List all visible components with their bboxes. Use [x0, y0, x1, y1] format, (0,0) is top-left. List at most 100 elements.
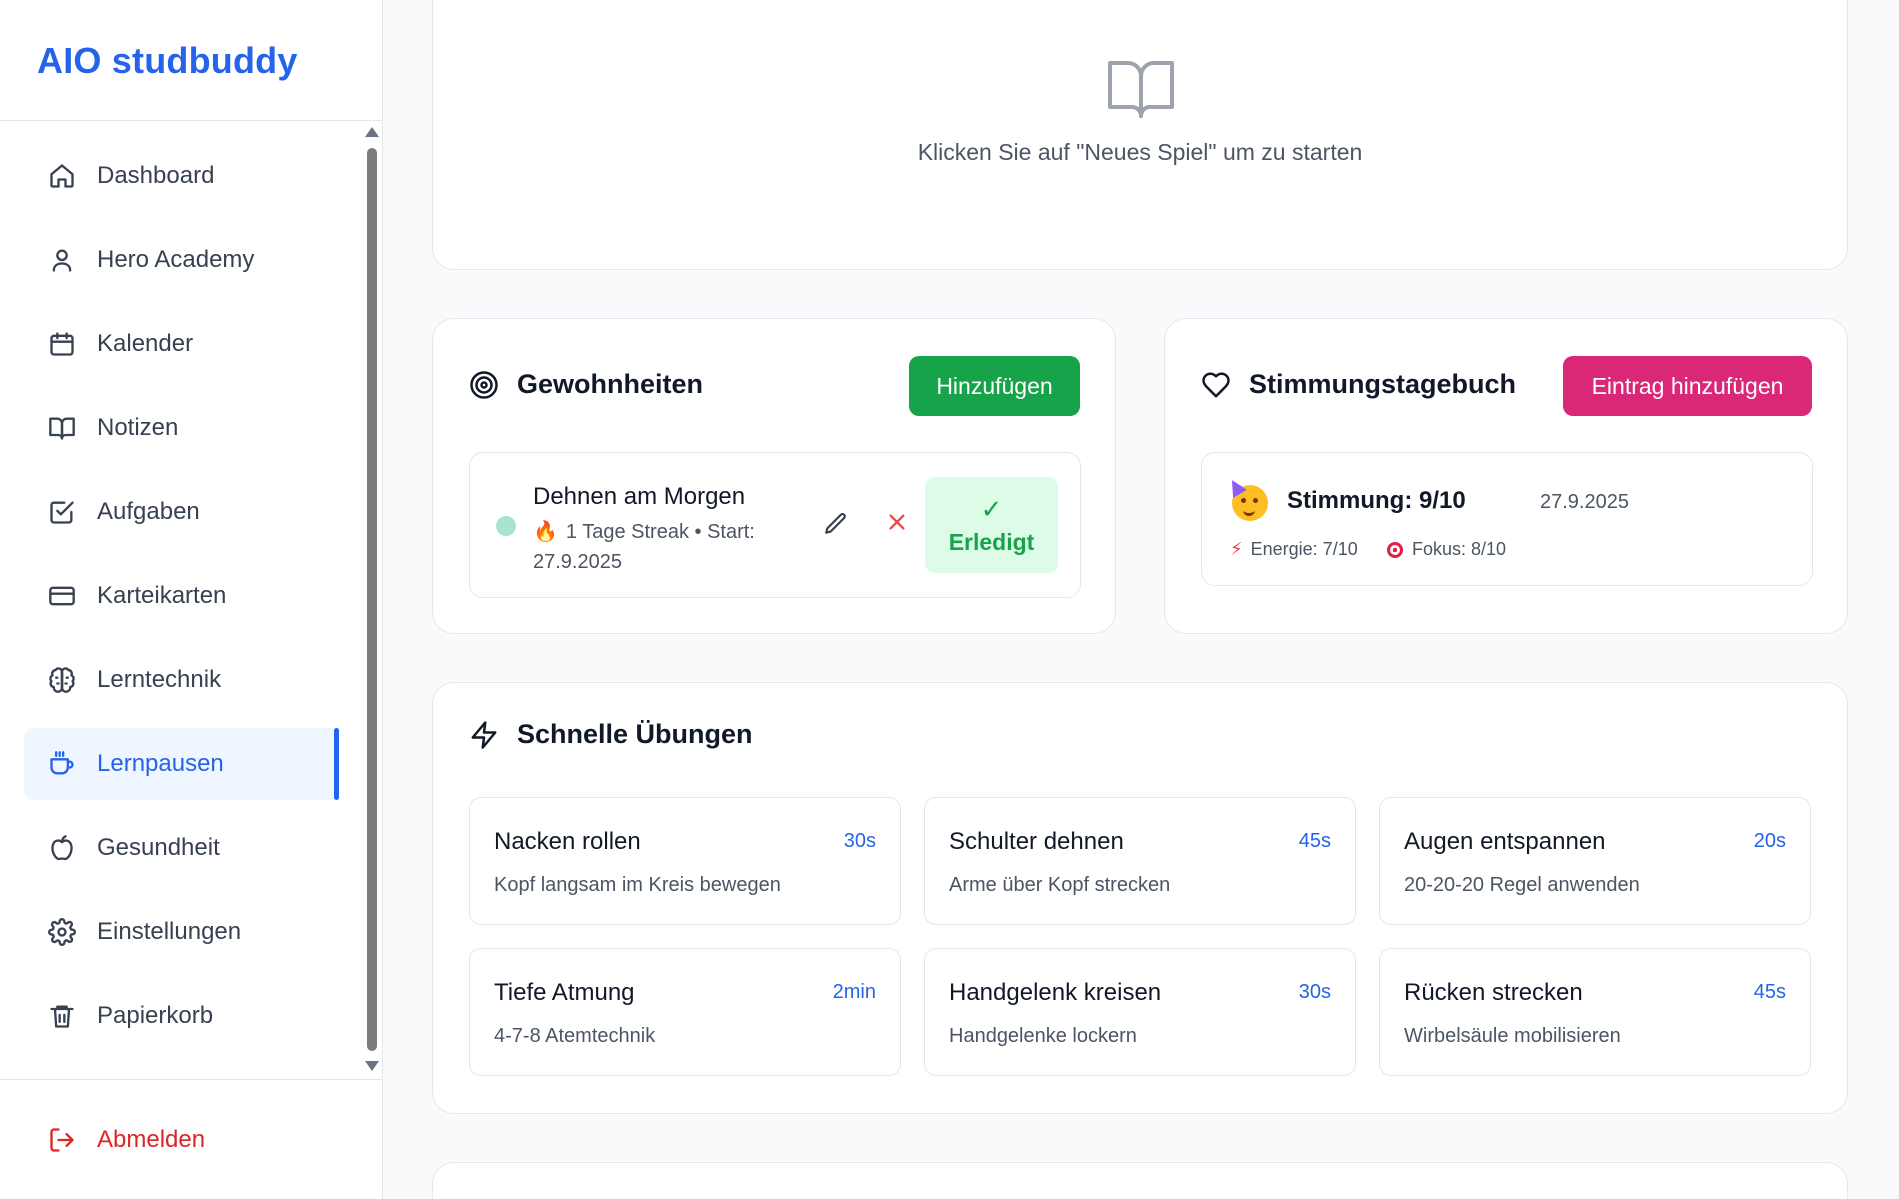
exercise-duration: 2min [832, 981, 876, 1003]
sidebar-item-label: Einstellungen [97, 918, 242, 945]
sidebar-item-gesundheit[interactable]: Gesundheit [24, 812, 339, 884]
add-mood-entry-button[interactable]: Eintrag hinzufügen [1563, 356, 1812, 416]
mood-date: 27.9.2025 [1540, 491, 1629, 513]
gear-icon [48, 918, 76, 946]
exercise-item[interactable]: Augen entspannen 20s 20-20-20 Regel anwe… [1379, 797, 1811, 925]
scroll-down-arrow-icon[interactable] [365, 1061, 379, 1071]
target-icon [470, 370, 498, 399]
game-hint-text: Klicken Sie auf "Neues Spiel" um zu star… [917, 139, 1363, 165]
sidebar-nav: Dashboard Hero Academy Kalender Notizen … [0, 121, 383, 1079]
exercise-name: Nacken rollen [494, 828, 641, 855]
logout-button[interactable]: Abmelden [24, 1104, 339, 1176]
quick-exercises-card: Schnelle Übungen Nacken rollen 30s Kopf … [432, 682, 1848, 1114]
book-icon [49, 417, 75, 440]
check-icon: ✓ [980, 494, 1003, 524]
mood-energy-text: Energie: 7/10 [1250, 539, 1358, 559]
sidebar: AIO studbuddy Dashboard Hero Academy Kal… [0, 0, 383, 1199]
sidebar-item-hero-academy[interactable]: Hero Academy [24, 224, 339, 296]
habit-done-button[interactable]: ✓ Erledigt [925, 477, 1058, 573]
apple-icon [51, 835, 73, 861]
checkbox-icon [50, 501, 74, 524]
sidebar-item-label: Lernpausen [97, 750, 224, 777]
exercise-item[interactable]: Rücken strecken 45s Wirbelsäule mobilisi… [1379, 948, 1811, 1076]
exercise-item[interactable]: Nacken rollen 30s Kopf langsam im Kreis … [469, 797, 901, 925]
exercises-title: Schnelle Übungen [469, 719, 753, 750]
exercise-duration: 45s [1753, 981, 1786, 1003]
exercise-item[interactable]: Tiefe Atmung 2min 4-7-8 Atemtechnik [469, 948, 901, 1076]
add-habit-button[interactable]: Hinzufügen [909, 356, 1080, 416]
card-icon [49, 586, 75, 606]
exercise-item[interactable]: Schulter dehnen 45s Arme über Kopf strec… [924, 797, 1356, 925]
delete-x-icon[interactable] [886, 511, 912, 537]
next-section-card [432, 1162, 1848, 1199]
calendar-icon [50, 332, 74, 356]
mood-title-text: Stimmungstagebuch [1249, 369, 1517, 399]
mood-energy: ⚡ Energie: 7/10 [1230, 539, 1358, 560]
coffee-icon [50, 751, 74, 775]
sidebar-item-notizen[interactable]: Notizen [24, 392, 339, 464]
sidebar-item-label: Hero Academy [97, 246, 255, 273]
sidebar-item-label: Kalender [97, 330, 194, 357]
sidebar-item-label: Karteikarten [97, 582, 227, 609]
mood-journal-card: Stimmungstagebuch Eintrag hinzufügen Sti… [1164, 318, 1848, 634]
sidebar-item-papierkorb[interactable]: Papierkorb [24, 980, 339, 1052]
exercise-description: Kopf langsam im Kreis bewegen [494, 874, 781, 896]
exercise-name: Tiefe Atmung [494, 979, 635, 1006]
brain-icon [49, 667, 75, 693]
book-open-icon [1106, 57, 1176, 121]
sidebar-item-einstellungen[interactable]: Einstellungen [24, 896, 339, 968]
exercise-description: 4-7-8 Atemtechnik [494, 1025, 656, 1047]
sidebar-item-lerntechnik[interactable]: Lerntechnik [24, 644, 339, 716]
sidebar-item-dashboard[interactable]: Dashboard [24, 140, 339, 212]
logout-section: Abmelden [0, 1079, 383, 1199]
mood-score: Stimmung: 9/10 [1287, 487, 1466, 514]
habits-card: Gewohnheiten Hinzufügen Dehnen am Morgen… [432, 318, 1116, 634]
exercise-description: Arme über Kopf strecken [949, 874, 1171, 896]
scrollbar-thumb[interactable] [367, 148, 377, 1051]
exercise-duration: 20s [1753, 830, 1786, 852]
party-face-emoji-icon [1225, 476, 1268, 521]
game-card: Klicken Sie auf "Neues Spiel" um zu star… [432, 0, 1848, 270]
flame-icon: 🔥 [533, 521, 558, 543]
exercise-item[interactable]: Handgelenk kreisen 30s Handgelenke locke… [924, 948, 1356, 1076]
mood-title: Stimmungstagebuch [1201, 369, 1516, 400]
sidebar-item-label: Papierkorb [97, 1002, 214, 1029]
home-icon [50, 164, 74, 188]
sidebar-item-lernpausen[interactable]: Lernpausen [24, 728, 339, 800]
habit-item: Dehnen am Morgen 🔥 1 Tage Streak • Start:… [469, 452, 1081, 598]
sidebar-scrollbar[interactable] [365, 121, 379, 1079]
logout-icon [50, 1128, 74, 1152]
habit-meta-text: 1 Tage Streak • Start: 27.9.2025 [533, 521, 755, 573]
exercise-name: Schulter dehnen [949, 828, 1124, 855]
sidebar-item-kalender[interactable]: Kalender [24, 308, 339, 380]
heart-icon [1202, 372, 1230, 397]
user-icon [52, 249, 72, 272]
exercise-name: Rücken strecken [1404, 979, 1583, 1006]
exercise-duration: 30s [1298, 981, 1331, 1003]
mood-focus-text: Fokus: 8/10 [1412, 539, 1507, 559]
habit-name: Dehnen am Morgen [533, 483, 746, 510]
exercises-grid: Nacken rollen 30s Kopf langsam im Kreis … [469, 797, 1811, 1076]
exercise-name: Augen entspannen [1404, 828, 1606, 855]
sidebar-item-label: Gesundheit [97, 834, 220, 861]
app-title[interactable]: AIO studbuddy [37, 40, 298, 81]
exercise-description: Wirbelsäule mobilisieren [1404, 1025, 1621, 1047]
mood-focus: Fokus: 8/10 [1387, 539, 1506, 560]
sidebar-item-label: Notizen [97, 414, 179, 441]
sidebar-item-karteikarten[interactable]: Karteikarten [24, 560, 339, 632]
exercise-duration: 45s [1298, 830, 1331, 852]
exercises-title-text: Schnelle Übungen [517, 719, 753, 749]
habit-done-label: Erledigt [948, 529, 1035, 555]
sidebar-item-label: Dashboard [97, 162, 215, 189]
sidebar-item-aufgaben[interactable]: Aufgaben [24, 476, 339, 548]
habit-meta: 🔥 1 Tage Streak • Start: 27.9.2025 [533, 517, 773, 577]
scroll-up-arrow-icon[interactable] [365, 127, 379, 137]
sidebar-item-label: Lerntechnik [97, 666, 222, 693]
trash-icon [50, 1005, 74, 1028]
habits-title: Gewohnheiten [469, 369, 703, 400]
zap-icon [471, 720, 497, 749]
habits-title-text: Gewohnheiten [517, 369, 704, 399]
logout-label: Abmelden [97, 1126, 206, 1153]
edit-pencil-icon[interactable] [823, 511, 849, 537]
exercise-name: Handgelenk kreisen [949, 979, 1162, 1006]
